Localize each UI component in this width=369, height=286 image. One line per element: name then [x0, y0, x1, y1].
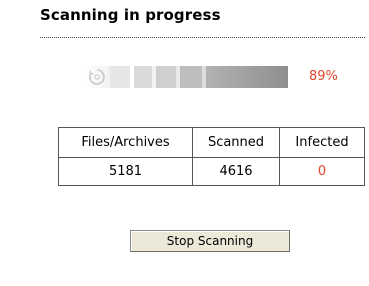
column-header-infected: Infected [279, 127, 365, 158]
table-row: 5181 4616 0 [58, 157, 365, 186]
progress-segment [156, 66, 176, 88]
scan-progress-bar [85, 66, 288, 88]
progress-segment [110, 66, 130, 88]
infected-count: 0 [279, 157, 365, 186]
progress-track [85, 66, 288, 88]
column-header-files: Files/Archives [58, 127, 193, 158]
progress-segment [134, 66, 152, 88]
scanned-count: 4616 [192, 157, 280, 186]
title-divider [40, 37, 365, 38]
scan-progress-panel: Scanning in progress 89% Files/Archives … [0, 0, 369, 286]
table-header-row: Files/Archives Scanned Infected [58, 127, 365, 158]
spinner-icon [89, 69, 105, 85]
progress-segment [180, 66, 202, 88]
progress-percent: 89% [309, 69, 338, 84]
files-count: 5181 [58, 157, 193, 186]
progress-segment [206, 66, 288, 88]
column-header-scanned: Scanned [192, 127, 280, 158]
stop-scanning-button[interactable]: Stop Scanning [130, 230, 290, 252]
page-title: Scanning in progress [40, 6, 221, 24]
scan-stats-table: Files/Archives Scanned Infected 5181 461… [58, 127, 365, 186]
